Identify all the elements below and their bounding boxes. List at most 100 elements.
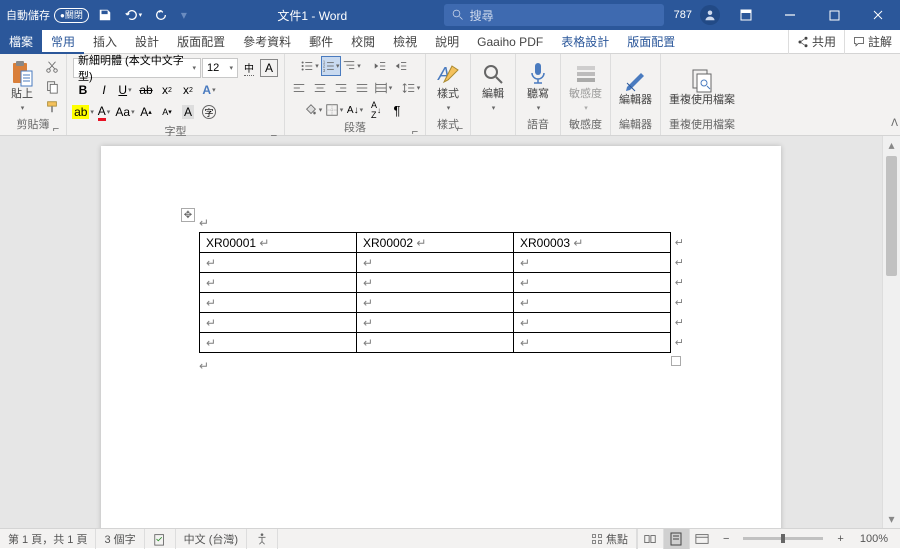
cut-icon[interactable]: [42, 57, 62, 76]
table-cell[interactable]: ↵: [357, 313, 514, 333]
shrink-font-button[interactable]: A▾: [157, 102, 177, 122]
search-input[interactable]: 搜尋: [444, 4, 664, 26]
table-cell[interactable]: ↵: [200, 333, 357, 353]
tab-home[interactable]: 常用: [42, 30, 84, 54]
character-shading-button[interactable]: A: [178, 102, 198, 122]
tab-design[interactable]: 設計: [126, 30, 168, 54]
strikethrough-button[interactable]: ab: [136, 80, 156, 100]
borders-button[interactable]: ▾: [324, 100, 344, 120]
justify-button[interactable]: [352, 78, 372, 98]
asian-layout-button[interactable]: A↓▾: [345, 100, 365, 120]
table-cell[interactable]: ↵: [357, 273, 514, 293]
tab-table-design[interactable]: 表格設計: [552, 30, 618, 54]
table-cell[interactable]: XR00002 ↵: [357, 233, 514, 253]
text-effects-button[interactable]: A▾: [199, 80, 219, 100]
bullets-button[interactable]: ▾: [300, 56, 320, 76]
editor-button[interactable]: 編輯器: [615, 57, 656, 117]
page-number-status[interactable]: 第 1 頁，共 1 頁: [0, 529, 96, 549]
line-spacing-button[interactable]: ▾: [401, 78, 421, 98]
tab-references[interactable]: 參考資料: [234, 30, 300, 54]
show-hide-marks-button[interactable]: ¶: [387, 100, 407, 120]
tab-gaaiho[interactable]: Gaaiho PDF: [468, 30, 552, 54]
web-layout-icon[interactable]: [689, 529, 715, 549]
collapse-ribbon-icon[interactable]: ᐱ: [891, 118, 898, 129]
styles-dialog-launcher[interactable]: ⌐: [454, 121, 466, 133]
minimize-icon[interactable]: [768, 0, 812, 30]
paste-button[interactable]: 貼上▾: [4, 57, 40, 117]
tab-help[interactable]: 說明: [426, 30, 468, 54]
align-center-button[interactable]: [310, 78, 330, 98]
shading-button[interactable]: ▾: [303, 100, 323, 120]
table-move-handle-icon[interactable]: ✥: [181, 208, 195, 222]
reuse-files-button[interactable]: 重複使用檔案: [665, 57, 739, 117]
superscript-button[interactable]: x2: [178, 80, 198, 100]
tab-table-layout[interactable]: 版面配置: [618, 30, 684, 54]
table-cell[interactable]: ↵↵: [514, 313, 671, 333]
save-icon[interactable]: [93, 0, 117, 30]
dictate-button[interactable]: 聽寫▾: [520, 57, 556, 117]
zoom-slider[interactable]: [743, 537, 823, 540]
table-cell[interactable]: ↵: [357, 333, 514, 353]
font-size-select[interactable]: 12▾: [202, 58, 238, 78]
align-right-button[interactable]: [331, 78, 351, 98]
align-left-button[interactable]: [289, 78, 309, 98]
document-table[interactable]: XR00001 ↵XR00002 ↵XR00003 ↵↵ ↵ ↵ ↵↵ ↵ ↵ …: [199, 232, 671, 353]
table-cell[interactable]: XR00001 ↵: [200, 233, 357, 253]
table-cell[interactable]: ↵: [200, 273, 357, 293]
zoom-in-button[interactable]: +: [829, 529, 851, 549]
scroll-down-icon[interactable]: ▾: [883, 510, 900, 528]
scrollbar-thumb[interactable]: [886, 156, 897, 276]
share-button[interactable]: 共用: [788, 30, 844, 54]
accessibility-status[interactable]: [247, 529, 278, 549]
subscript-button[interactable]: x2: [157, 80, 177, 100]
decrease-indent-button[interactable]: [370, 56, 390, 76]
table-cell[interactable]: ↵: [200, 253, 357, 273]
change-case-button[interactable]: Aa▾: [115, 102, 135, 122]
distributed-button[interactable]: ▾: [373, 78, 393, 98]
numbering-button[interactable]: 123▾: [321, 56, 341, 76]
tab-view[interactable]: 檢視: [384, 30, 426, 54]
zoom-level[interactable]: 100%: [852, 529, 900, 549]
undo-icon[interactable]: ▾: [121, 0, 145, 30]
scroll-up-icon[interactable]: ▴: [883, 136, 900, 154]
ribbon-display-options-icon[interactable]: [724, 0, 768, 30]
sort-button[interactable]: AZ↓: [366, 100, 386, 120]
document-scroll[interactable]: ✥ ↵ XR00001 ↵XR00002 ↵XR00003 ↵↵ ↵ ↵ ↵↵ …: [0, 136, 882, 528]
table-cell[interactable]: XR00003 ↵↵: [514, 233, 671, 253]
character-border-icon[interactable]: A: [260, 59, 278, 77]
focus-mode-button[interactable]: 焦點: [583, 529, 637, 549]
table-resize-handle[interactable]: [671, 356, 681, 366]
read-mode-icon[interactable]: [637, 529, 663, 549]
phonetic-guide-icon[interactable]: 中: [239, 58, 259, 78]
comments-button[interactable]: 註解: [844, 30, 900, 54]
tab-insert[interactable]: 插入: [84, 30, 126, 54]
maximize-icon[interactable]: [812, 0, 856, 30]
close-icon[interactable]: [856, 0, 900, 30]
table-cell[interactable]: ↵↵: [514, 333, 671, 353]
underline-button[interactable]: U▾: [115, 80, 135, 100]
table-cell[interactable]: ↵↵: [514, 253, 671, 273]
tab-layout[interactable]: 版面配置: [168, 30, 234, 54]
tab-mailings[interactable]: 郵件: [300, 30, 342, 54]
table-cell[interactable]: ↵: [357, 253, 514, 273]
autosave-toggle[interactable]: 自動儲存 ●關閉: [6, 7, 89, 23]
spellcheck-status[interactable]: [145, 529, 176, 549]
print-layout-icon[interactable]: [663, 529, 689, 549]
table-cell[interactable]: ↵: [357, 293, 514, 313]
zoom-slider-handle[interactable]: [781, 534, 785, 543]
editing-button[interactable]: 編輯▾: [475, 57, 511, 117]
increase-indent-button[interactable]: [391, 56, 411, 76]
sensitivity-button[interactable]: 敏感度▾: [565, 57, 606, 117]
font-color-button[interactable]: A▾: [94, 102, 114, 122]
styles-button[interactable]: A 樣式▾: [430, 57, 466, 117]
language-status[interactable]: 中文 (台灣): [176, 529, 247, 549]
table-cell[interactable]: ↵↵: [514, 293, 671, 313]
italic-button[interactable]: I: [94, 80, 114, 100]
grow-font-button[interactable]: A▴: [136, 102, 156, 122]
zoom-out-button[interactable]: −: [715, 529, 737, 549]
copy-icon[interactable]: [42, 77, 62, 96]
bold-button[interactable]: B: [73, 80, 93, 100]
tab-review[interactable]: 校閱: [342, 30, 384, 54]
word-count-status[interactable]: 3 個字: [96, 529, 144, 549]
clipboard-dialog-launcher[interactable]: ⌐: [50, 121, 62, 133]
